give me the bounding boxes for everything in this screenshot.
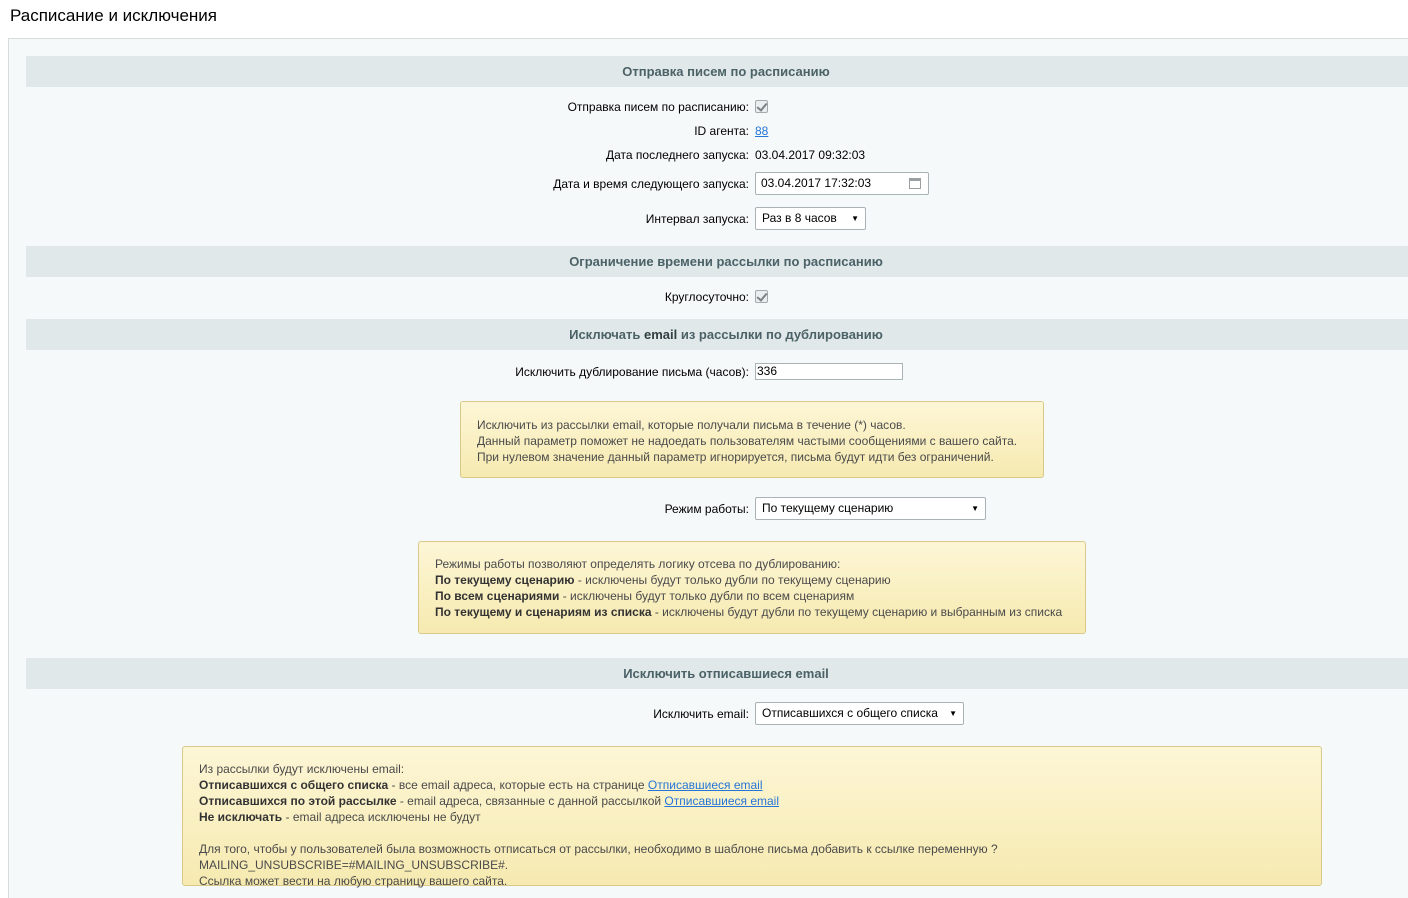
note1-line3: При нулевом значение данный параметр игн… (477, 450, 994, 464)
section3-title-post: из рассылки по дублированию (677, 327, 883, 342)
agent-id-label: ID агента: (694, 124, 749, 138)
next-run-value: 03.04.2017 17:32:03 (761, 176, 872, 190)
note3-item1: Отписавшихся с общего списка - все email… (199, 777, 1305, 793)
note2-item2: По всем сценариями - исключены будут тол… (435, 588, 1069, 604)
interval-value: Раз в 8 часов (762, 211, 837, 225)
calendar-icon[interactable] (909, 178, 921, 189)
dup-hours-input[interactable]: 336 (755, 363, 903, 380)
interval-label: Интервал запуска: (645, 212, 749, 226)
note2-item2-text: - исключены будут только дубли по всем с… (559, 589, 855, 603)
mode-label: Режим работы: (664, 502, 749, 516)
schedule-checkbox[interactable] (755, 100, 768, 113)
note2-item3-text: - исключены будут дубли по текущему сцен… (651, 605, 1063, 619)
section-header-duplicates: Исключать email из рассылки по дублирова… (26, 319, 1408, 350)
note1-line1: Исключить из рассылки email, которые пол… (477, 418, 906, 432)
mode-select[interactable]: По текущему сценарию ▼ (755, 497, 986, 520)
note3-spacer (199, 825, 1305, 841)
next-run-label: Дата и время следующего запуска: (553, 177, 749, 191)
note3-item3: Не исключать - email адреса исключены не… (199, 809, 1305, 825)
note3-item1-text: - все email адреса, которые есть на стра… (388, 778, 648, 792)
note2-item1: По текущему сценарию - исключены будут т… (435, 572, 1069, 588)
interval-select[interactable]: Раз в 8 часов ▼ (755, 207, 866, 230)
note2-item3-title: По текущему и сценариям из списка (435, 605, 652, 619)
note1-line2: Данный параметр поможет не надоедать пол… (477, 434, 1018, 448)
note3-item3-text: - email адреса исключены не будут (282, 810, 481, 824)
note2-item1-text: - исключены будут только дубли по текуще… (574, 573, 891, 587)
last-run-label: Дата последнего запуска: (606, 148, 749, 162)
note3-item2-title: Отписавшихся по этой рассылке (199, 794, 397, 808)
mode-value: По текущему сценарию (762, 501, 894, 515)
note3-footer1: Для того, чтобы у пользователей была воз… (199, 842, 998, 872)
mode-note: Режимы работы позволяют определять логик… (418, 541, 1086, 634)
unsubscribed-email-link[interactable]: Отписавшиеся email (648, 778, 763, 792)
unsubscribed-email-link-2[interactable]: Отписавшиеся email (664, 794, 779, 808)
agent-id-link[interactable]: 88 (755, 124, 768, 138)
page-title: Расписание и исключения (10, 6, 217, 25)
exclude-select[interactable]: Отписавшихся с общего списка ▼ (755, 702, 964, 725)
note3-item3-title: Не исключать (199, 810, 283, 824)
exclude-label: Исключить email: (653, 707, 749, 721)
section3-title-bold: email (643, 327, 678, 342)
schedule-label: Отправка писем по расписанию: (567, 100, 749, 114)
around-clock-checkbox[interactable] (755, 290, 768, 303)
note3-item2-text: - email адреса, связанные с данной рассы… (396, 794, 665, 808)
chevron-down-icon: ▼ (949, 709, 957, 718)
around-clock-label: Круглосуточно: (664, 290, 749, 304)
dup-hours-note: Исключить из рассылки email, которые пол… (460, 401, 1044, 478)
section-header-unsubscribed: Исключить отписавшиеся email (26, 658, 1408, 689)
section-header-time-limit: Ограничение времени рассылки по расписан… (26, 246, 1408, 277)
next-run-input[interactable]: 03.04.2017 17:32:03 (755, 172, 929, 195)
section-header-schedule: Отправка писем по расписанию (26, 56, 1408, 87)
dup-hours-label: Исключить дублирование письма (часов): (515, 365, 749, 379)
note3-footer2: Ссылка может вести на любую страницу ваш… (199, 874, 508, 888)
note3-item2: Отписавшихся по этой рассылке - email ад… (199, 793, 1305, 809)
note2-item3: По текущему и сценариям из списка - искл… (435, 604, 1069, 620)
note2-item2-title: По всем сценариями (435, 589, 560, 603)
note2-item1-title: По текущему сценарию (435, 573, 575, 587)
exclude-value: Отписавшихся с общего списка (762, 706, 938, 720)
note2-intro: Режимы работы позволяют определять логик… (435, 557, 841, 571)
section3-title-pre: Исключать (569, 327, 644, 342)
chevron-down-icon: ▼ (851, 214, 859, 223)
chevron-down-icon: ▼ (971, 504, 979, 513)
note3-intro: Из рассылки будут исключены email: (199, 762, 405, 776)
unsubscribe-note: Из рассылки будут исключены email: Отпис… (182, 746, 1322, 888)
last-run-value: 03.04.2017 09:32:03 (755, 148, 866, 162)
note3-item1-title: Отписавшихся с общего списка (199, 778, 389, 792)
